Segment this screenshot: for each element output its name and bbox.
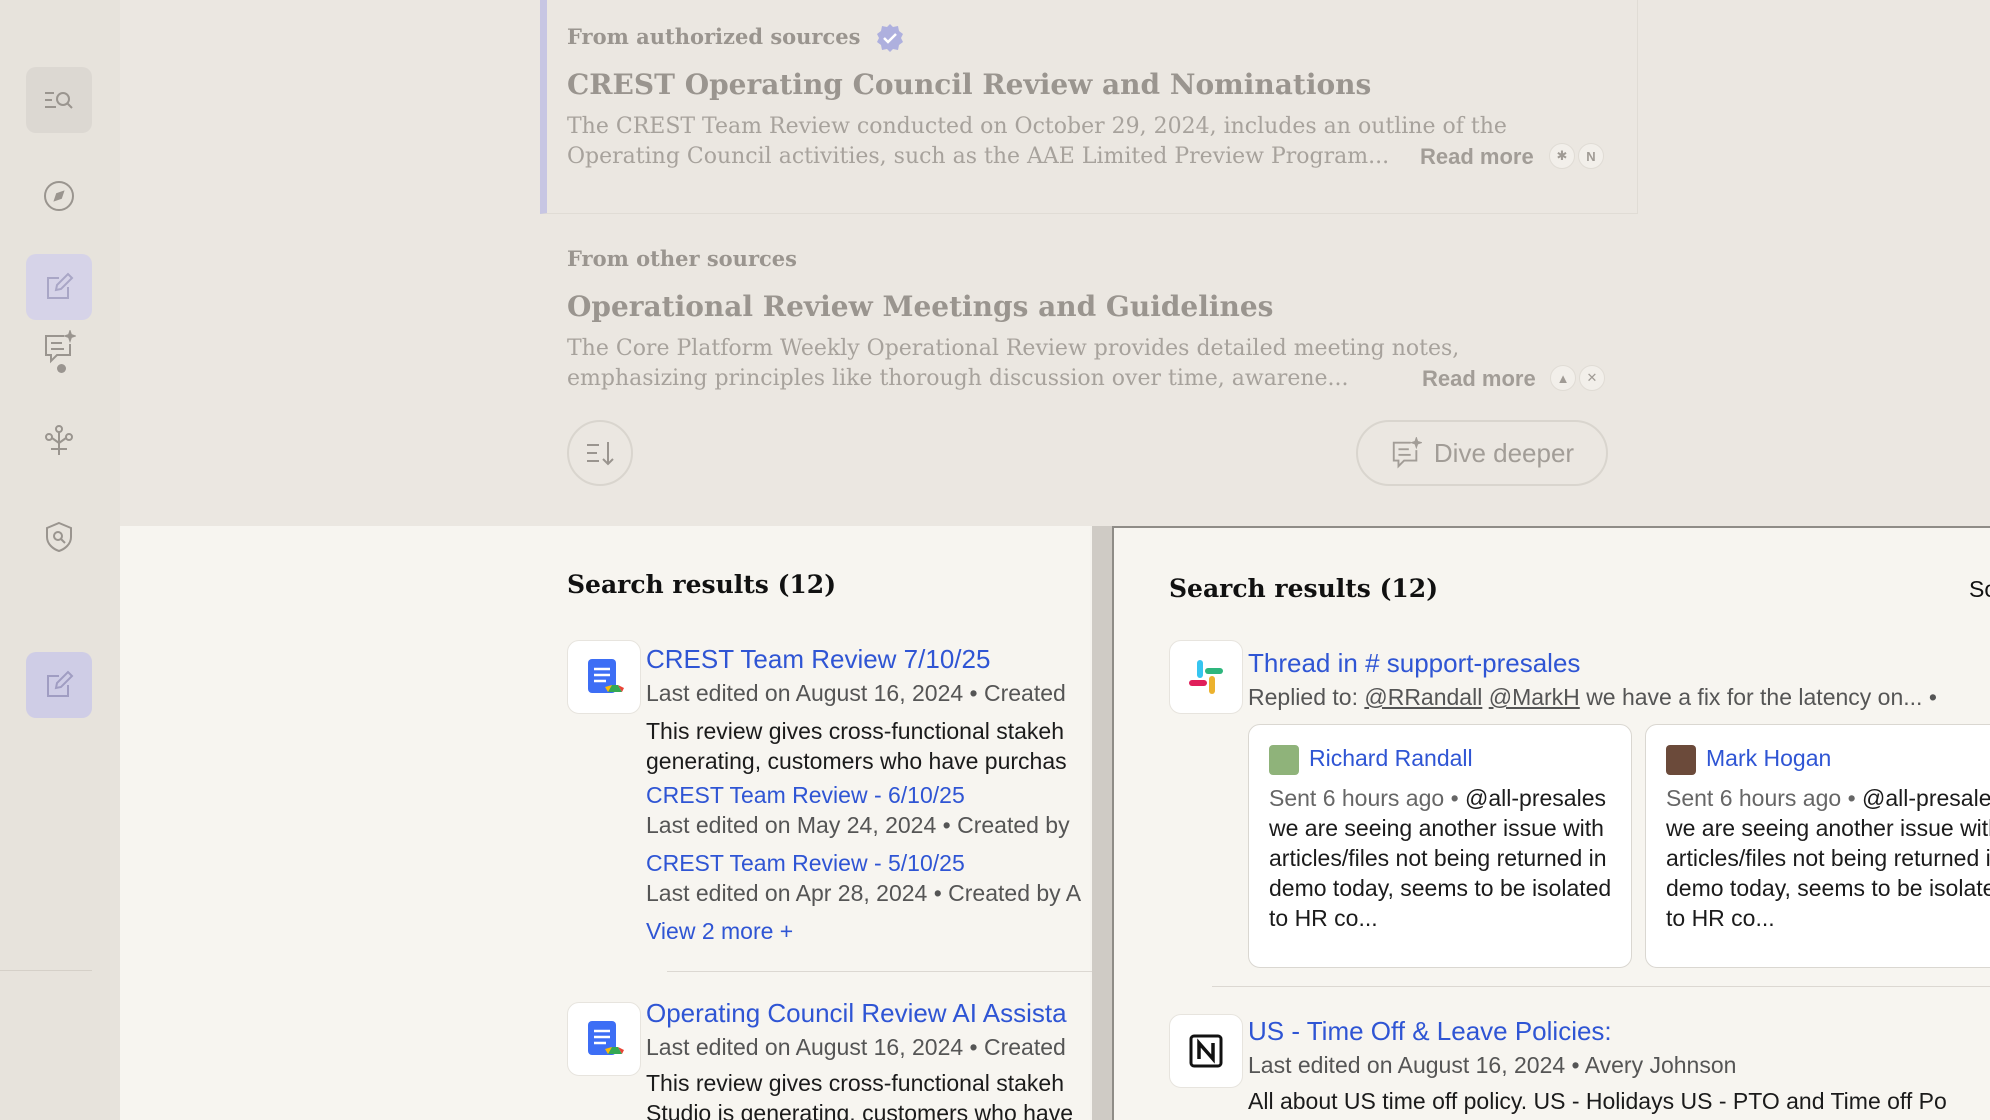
google-docs-icon bbox=[588, 659, 624, 693]
other-answer-title[interactable]: Operational Review Meetings and Guidelin… bbox=[567, 290, 1273, 323]
message-card[interactable]: Mark Hogan Sent 6 hours ago • @all-presa… bbox=[1645, 724, 1990, 968]
avatar bbox=[1666, 745, 1696, 775]
slack-file-icon bbox=[1169, 640, 1243, 714]
other-answer-body-line2: emphasizing principles like thorough dis… bbox=[567, 366, 1349, 391]
message-author[interactable]: Richard Randall bbox=[1309, 745, 1473, 772]
chat-sparkle-icon bbox=[45, 330, 76, 364]
google-doc-file-icon bbox=[567, 640, 641, 714]
message-time: Sent 6 hours ago • bbox=[1666, 785, 1856, 811]
agents-tree-icon bbox=[45, 425, 73, 455]
read-more-link[interactable]: Read more bbox=[1420, 144, 1534, 170]
sort-button[interactable] bbox=[567, 420, 633, 486]
sidebar-divider bbox=[0, 970, 92, 971]
shield-search-icon bbox=[46, 521, 72, 553]
message-card[interactable]: Richard Randall Sent 6 hours ago • @all-… bbox=[1248, 724, 1632, 968]
search-results-panel: Search results (12) CREST Team Review 7/… bbox=[120, 526, 1090, 1120]
verified-badge-icon bbox=[877, 24, 903, 52]
message-time: Sent 6 hours ago • bbox=[1269, 785, 1459, 811]
google-doc-file-icon bbox=[567, 1002, 641, 1076]
edit-icon bbox=[47, 272, 74, 299]
authorized-answer-body-line2: Operating Council activities, such as th… bbox=[567, 144, 1390, 169]
google-docs-icon bbox=[588, 1021, 624, 1055]
replied-prefix: Replied to: bbox=[1248, 684, 1358, 710]
sub-result-meta: Last edited on Apr 28, 2024 • Created by… bbox=[646, 880, 1082, 906]
slack-icon bbox=[1189, 660, 1223, 694]
agents-button[interactable] bbox=[26, 407, 92, 473]
slack-source-icon: ✱ bbox=[1549, 143, 1575, 169]
notion-file-icon bbox=[1169, 1014, 1243, 1088]
search-list-button[interactable] bbox=[26, 67, 92, 133]
edit-icon bbox=[47, 670, 74, 697]
compose-button[interactable] bbox=[26, 652, 92, 718]
authorized-sources-label: From authorized sources bbox=[567, 24, 861, 49]
search-list-icon bbox=[45, 92, 73, 109]
results-scrollbar[interactable] bbox=[1092, 526, 1112, 1120]
thread-title[interactable]: Thread in # support-presales bbox=[1248, 648, 1580, 679]
chat-sparkle-icon bbox=[1392, 437, 1422, 469]
result-meta: Last edited on August 16, 2024 • Avery J… bbox=[1248, 1052, 1737, 1078]
dive-deeper-label: Dive deeper bbox=[1433, 437, 1575, 468]
thread-replied: Replied to: @RRandall @MarkH we have a f… bbox=[1248, 684, 1937, 711]
compass-icon bbox=[44, 181, 74, 211]
result-meta: Last edited on August 16, 2024 • Created bbox=[646, 680, 1066, 706]
mention-link[interactable]: @RRandall bbox=[1364, 684, 1482, 710]
sort-icon bbox=[587, 442, 614, 466]
result-title[interactable]: Operating Council Review AI Assista bbox=[646, 998, 1067, 1029]
result-divider bbox=[667, 971, 1117, 972]
new-chat-button[interactable] bbox=[26, 254, 92, 320]
sidebar bbox=[0, 0, 120, 1120]
result-title[interactable]: US - Time Off & Leave Policies: bbox=[1248, 1016, 1612, 1047]
governance-button[interactable] bbox=[26, 504, 92, 570]
result-title[interactable]: CREST Team Review 7/10/25 bbox=[646, 644, 990, 675]
notification-dot bbox=[57, 364, 66, 373]
search-results-overlay: Search results (12) So Thread in # suppo… bbox=[1112, 526, 1990, 1120]
confluence-source-icon: ✕ bbox=[1579, 365, 1605, 391]
notion-icon bbox=[1189, 1034, 1223, 1068]
search-results-heading: Search results (12) bbox=[567, 570, 837, 599]
drive-source-icon: ▲ bbox=[1550, 365, 1576, 391]
result-meta: Last edited on August 16, 2024 • Created bbox=[646, 1034, 1066, 1060]
other-sources-label: From other sources bbox=[567, 246, 797, 271]
replied-text: we have a fix for the latency on... • bbox=[1586, 684, 1937, 710]
result-snippet-line1: This review gives cross-functional stake… bbox=[646, 1070, 1064, 1096]
sub-result-title[interactable]: CREST Team Review - 6/10/25 bbox=[646, 782, 965, 809]
message-author[interactable]: Mark Hogan bbox=[1706, 745, 1831, 772]
avatar bbox=[1269, 745, 1299, 775]
mention-link[interactable]: @MarkH bbox=[1489, 684, 1580, 710]
result-snippet-line2: Studio is generating, customers who have bbox=[646, 1100, 1074, 1120]
explore-button[interactable] bbox=[26, 163, 92, 229]
authorized-answer-title[interactable]: CREST Operating Council Review and Nomin… bbox=[567, 68, 1371, 101]
result-snippet-line1: This review gives cross-functional stake… bbox=[646, 718, 1064, 744]
sort-menu-label[interactable]: So bbox=[1969, 576, 1990, 603]
message-body: Sent 6 hours ago • @all-presales we are … bbox=[1666, 783, 1990, 933]
read-more-link[interactable]: Read more bbox=[1422, 366, 1536, 392]
search-results-heading: Search results (12) bbox=[1169, 574, 1439, 603]
result-divider bbox=[1212, 986, 1990, 987]
result-snippet-line2: generating, customers who have purchas bbox=[646, 748, 1067, 774]
dive-deeper-button[interactable]: Dive deeper bbox=[1356, 420, 1608, 486]
message-body: Sent 6 hours ago • @all-presales we are … bbox=[1269, 783, 1619, 933]
notion-source-icon: N bbox=[1578, 143, 1604, 169]
authorized-answer-body-line1: The CREST Team Review conducted on Octob… bbox=[567, 114, 1507, 139]
result-snippet: All about US time off policy. US - Holid… bbox=[1248, 1088, 1947, 1114]
view-more-link[interactable]: View 2 more + bbox=[646, 918, 793, 945]
sub-result-title[interactable]: CREST Team Review - 5/10/25 bbox=[646, 850, 965, 877]
other-answer-body-line1: The Core Platform Weekly Operational Rev… bbox=[567, 336, 1460, 361]
sub-result-meta: Last edited on May 24, 2024 • Created by bbox=[646, 812, 1070, 838]
